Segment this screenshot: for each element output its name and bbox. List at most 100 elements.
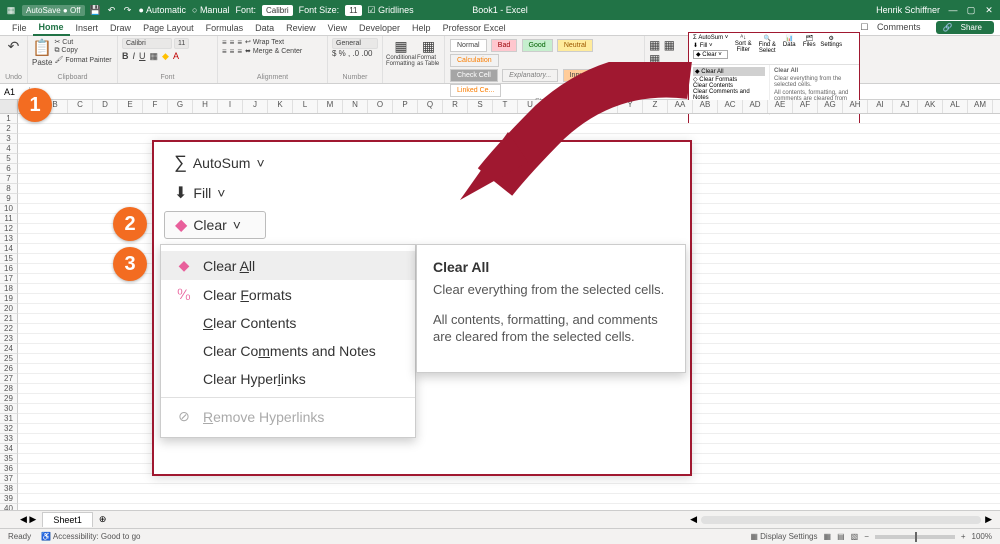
col-header[interactable]: Y: [618, 100, 643, 113]
col-header[interactable]: S: [468, 100, 493, 113]
col-header[interactable]: Q: [418, 100, 443, 113]
row-header[interactable]: 3: [0, 134, 18, 144]
font-size[interactable]: 11: [174, 38, 189, 49]
menu-clear-hyperlinks[interactable]: Clear Hyperlinks: [161, 365, 415, 393]
bold-button[interactable]: B: [122, 51, 129, 62]
row-header[interactable]: 27: [0, 374, 18, 384]
col-header[interactable]: AH: [843, 100, 868, 113]
row-header[interactable]: 39: [0, 494, 18, 504]
row-header[interactable]: 21: [0, 314, 18, 324]
autosave-toggle[interactable]: AutoSave ● Off: [22, 5, 85, 16]
col-header[interactable]: AM: [968, 100, 993, 113]
sheet-nav[interactable]: ◀ ▶: [20, 514, 36, 525]
col-header[interactable]: L: [293, 100, 318, 113]
clear-button[interactable]: ◆ Clear ˅: [164, 211, 266, 239]
tab-formulas[interactable]: Formulas: [200, 21, 250, 35]
col-header[interactable]: AD: [743, 100, 768, 113]
mini-files[interactable]: 🗂Files: [800, 35, 818, 64]
zoom-out[interactable]: −: [864, 532, 869, 541]
tab-insert[interactable]: Insert: [70, 21, 105, 35]
style-linked[interactable]: Linked Ce...: [450, 84, 501, 97]
row-header[interactable]: 17: [0, 274, 18, 284]
tab-help[interactable]: Help: [406, 21, 437, 35]
col-header[interactable]: J: [243, 100, 268, 113]
col-header[interactable]: AB: [693, 100, 718, 113]
col-header[interactable]: AG: [818, 100, 843, 113]
view-page-icon[interactable]: ▤: [837, 532, 845, 541]
row-header[interactable]: 38: [0, 484, 18, 494]
tab-file[interactable]: File: [6, 21, 33, 35]
maximize-icon[interactable]: ▢: [966, 5, 976, 15]
status-accessibility[interactable]: ♿ Accessibility: Good to go: [41, 532, 140, 541]
calc-manual[interactable]: ○ Manual: [192, 5, 229, 15]
menu-clear-all[interactable]: ◆Clear All: [161, 251, 415, 280]
font-name[interactable]: Calibri: [122, 38, 172, 49]
row-header[interactable]: 33: [0, 434, 18, 444]
style-input[interactable]: Input: [563, 69, 593, 82]
merge-center[interactable]: ⬌ Merge & Center: [245, 47, 302, 56]
add-sheet-button[interactable]: ⊕: [99, 514, 107, 525]
sheet-tab-1[interactable]: Sheet1: [42, 512, 93, 527]
mini-autosum[interactable]: Σ AutoSum ˅: [693, 35, 728, 41]
style-neutral[interactable]: Neutral: [557, 39, 594, 52]
row-header[interactable]: 22: [0, 324, 18, 334]
zoom-in[interactable]: +: [961, 532, 966, 541]
cut-button[interactable]: ✂ Cut: [54, 38, 111, 46]
col-header[interactable]: C: [68, 100, 93, 113]
view-normal-icon[interactable]: ▦: [824, 532, 832, 541]
col-header[interactable]: R: [443, 100, 468, 113]
underline-button[interactable]: U: [139, 51, 146, 62]
hscroll-left[interactable]: ◀: [690, 514, 697, 525]
row-header[interactable]: 20: [0, 304, 18, 314]
zoom-slider[interactable]: [875, 535, 955, 539]
row-header[interactable]: 8: [0, 184, 18, 194]
tab-pagelayout[interactable]: Page Layout: [137, 21, 200, 35]
mini-clear-all[interactable]: ◆ Clear All: [693, 67, 765, 76]
col-header[interactable]: M: [318, 100, 343, 113]
italic-button[interactable]: I: [133, 51, 136, 62]
row-header[interactable]: 23: [0, 334, 18, 344]
col-header[interactable]: I: [218, 100, 243, 113]
row-header[interactable]: 31: [0, 414, 18, 424]
align-top[interactable]: ≡: [222, 38, 227, 47]
row-header[interactable]: 9: [0, 194, 18, 204]
paste-button[interactable]: Paste: [32, 58, 52, 67]
comments-button[interactable]: ☐ Comments: [854, 20, 932, 35]
font-color-button[interactable]: A: [173, 51, 179, 62]
col-header[interactable]: E: [118, 100, 143, 113]
col-header[interactable]: V: [543, 100, 568, 113]
style-calc[interactable]: Calculation: [450, 54, 499, 67]
row-header[interactable]: 10: [0, 204, 18, 214]
col-header[interactable]: AL: [943, 100, 968, 113]
row-header[interactable]: 32: [0, 424, 18, 434]
align-right[interactable]: ≡: [237, 47, 242, 56]
menu-clear-formats[interactable]: ⁰⁄₀Clear Formats: [161, 280, 415, 309]
number-format[interactable]: General: [332, 38, 378, 49]
undo-icon[interactable]: ↶: [107, 5, 117, 15]
row-header[interactable]: 14: [0, 244, 18, 254]
style-check[interactable]: Check Cell: [450, 69, 498, 82]
mini-fill[interactable]: ⬇ Fill ˅: [693, 42, 728, 49]
col-header[interactable]: O: [368, 100, 393, 113]
format-painter-button[interactable]: 🖌 Format Painter: [54, 56, 111, 64]
row-header[interactable]: 2: [0, 124, 18, 134]
border-button[interactable]: ▦: [150, 51, 159, 62]
row-header[interactable]: 13: [0, 234, 18, 244]
row-header[interactable]: 35: [0, 454, 18, 464]
row-header[interactable]: 5: [0, 154, 18, 164]
col-header[interactable]: AF: [793, 100, 818, 113]
row-header[interactable]: 11: [0, 214, 18, 224]
align-center[interactable]: ≡: [230, 47, 235, 56]
tab-view[interactable]: View: [322, 21, 353, 35]
font-combo[interactable]: Calibri: [262, 5, 293, 16]
menu-clear-contents[interactable]: Clear Contents: [161, 309, 415, 337]
mini-clear[interactable]: ◆ Clear ˅: [693, 50, 728, 59]
col-header[interactable]: T: [493, 100, 518, 113]
tab-home[interactable]: Home: [33, 20, 70, 36]
tab-data[interactable]: Data: [249, 21, 280, 35]
col-header[interactable]: AC: [718, 100, 743, 113]
wrap-text[interactable]: ↩ Wrap Text: [245, 38, 284, 47]
tab-review[interactable]: Review: [280, 21, 322, 35]
col-header[interactable]: N: [343, 100, 368, 113]
save-icon[interactable]: 💾: [91, 5, 101, 15]
